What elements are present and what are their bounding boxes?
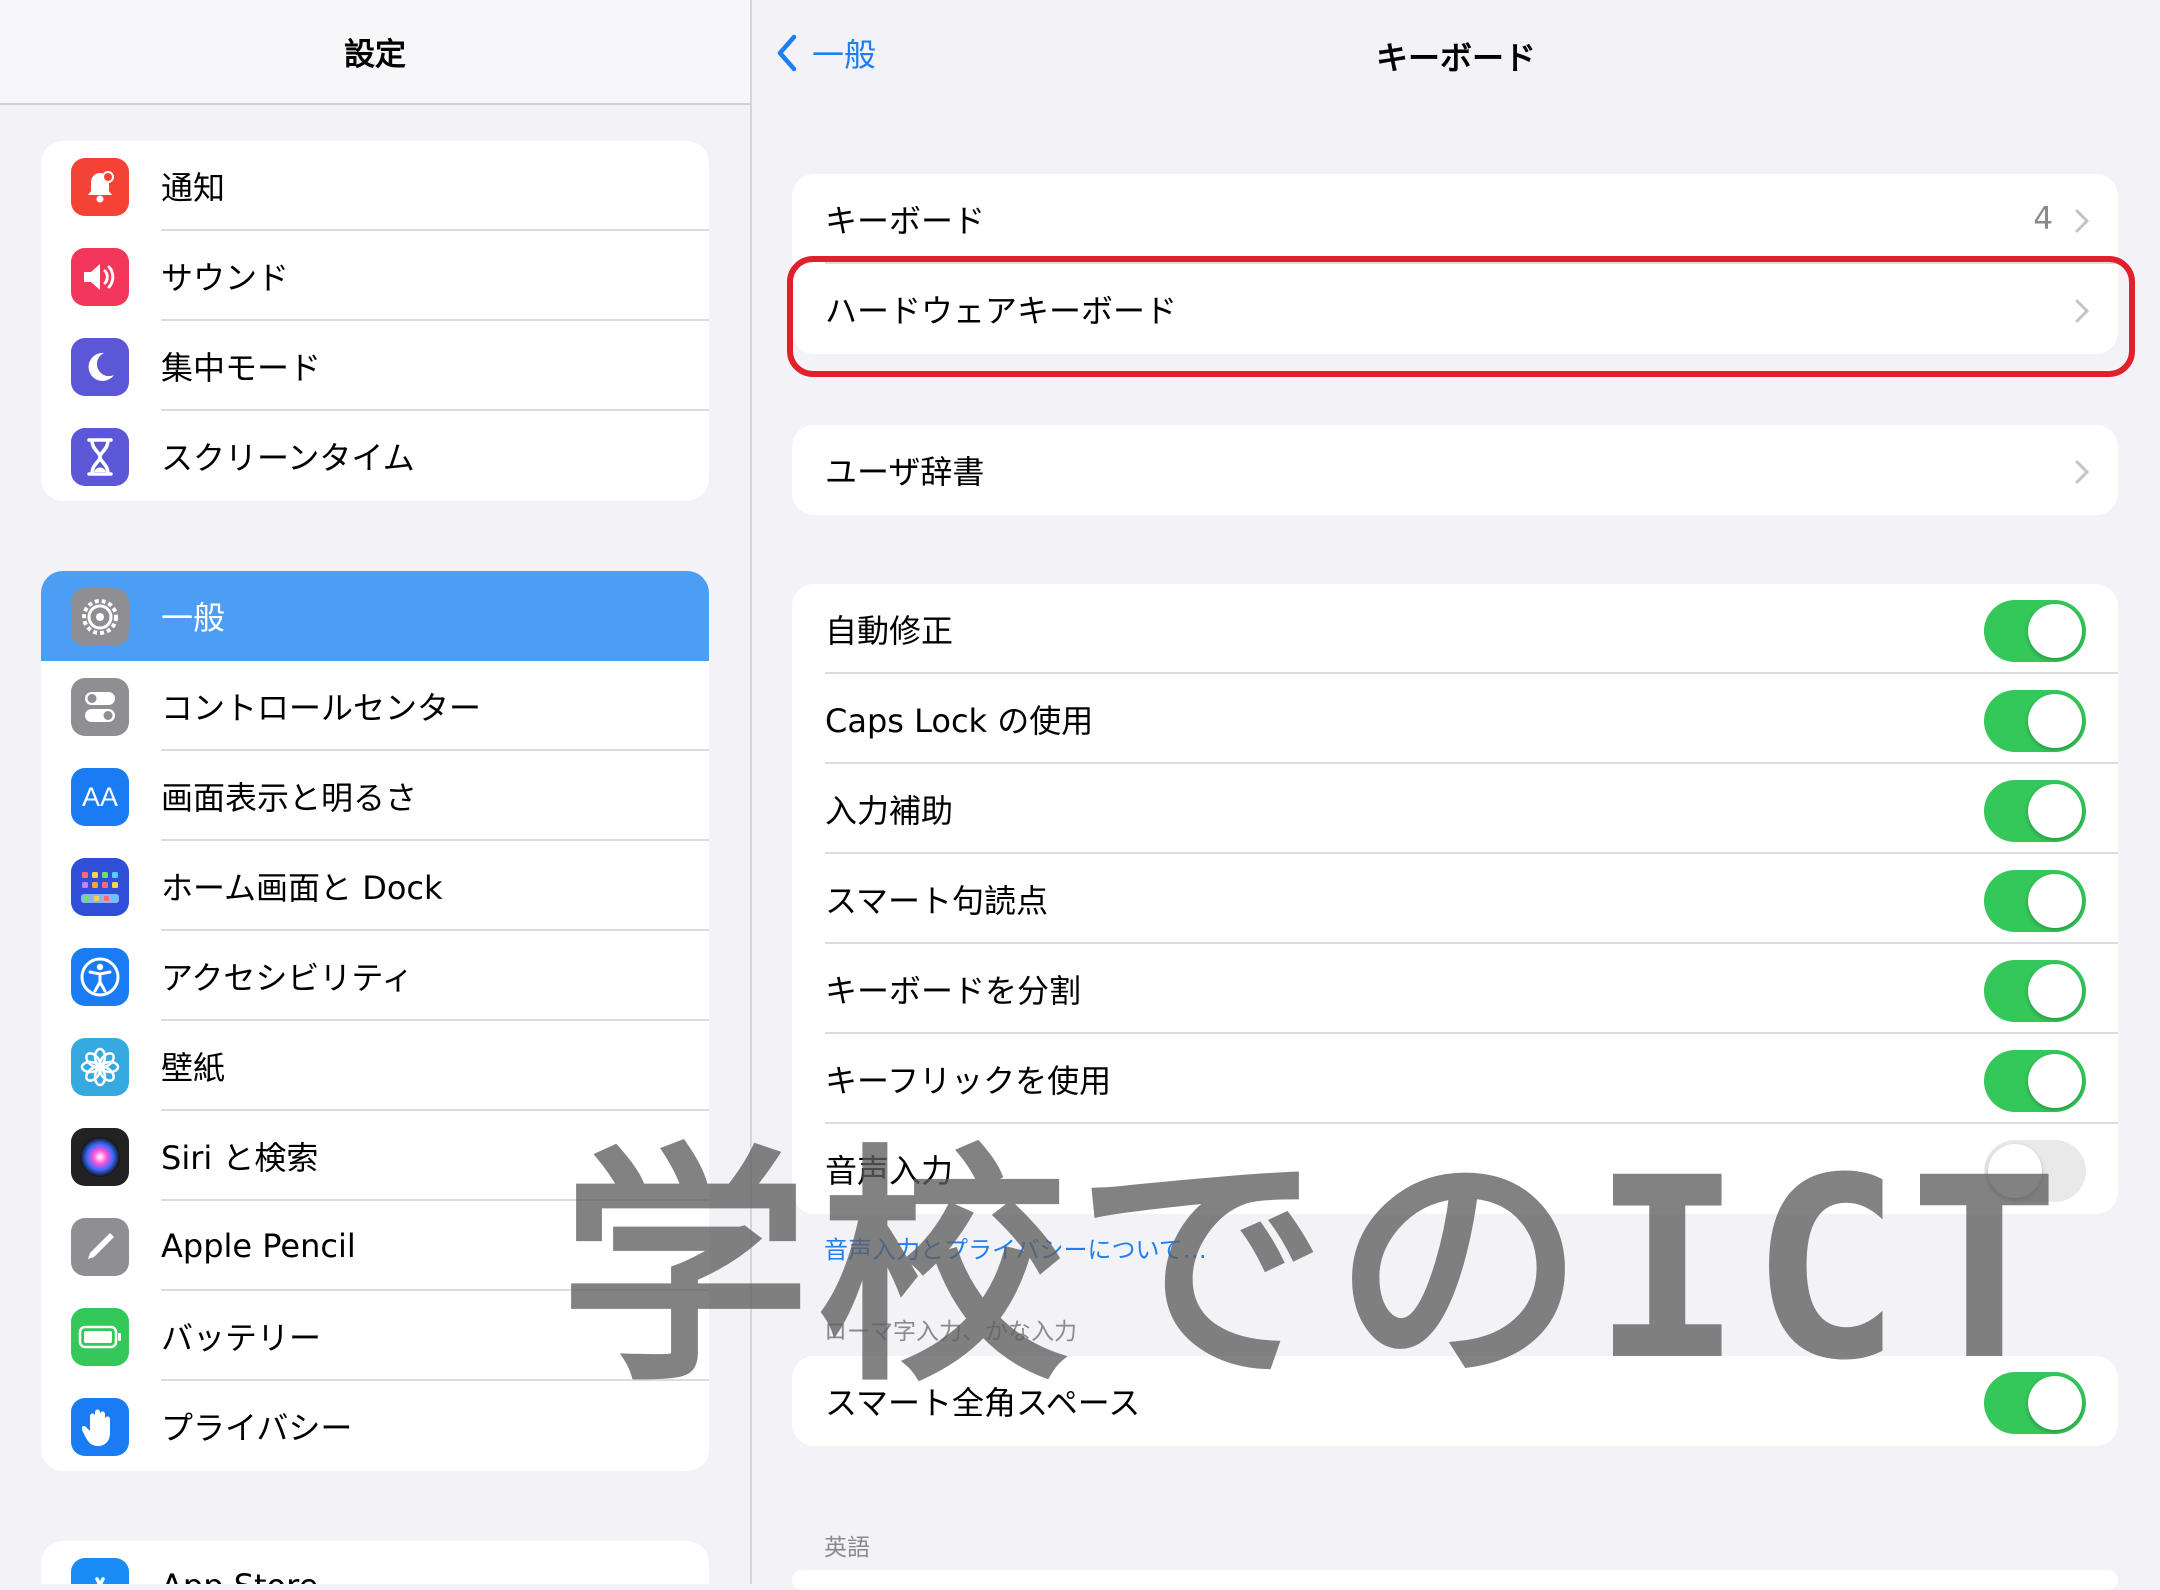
auto-correction-toggle[interactable]	[1984, 600, 2086, 662]
sidebar-item-home-screen-dock[interactable]: ホーム画面と Dock	[41, 841, 709, 931]
sidebar-item-app-store[interactable]: App Store	[41, 1541, 709, 1584]
toggle-knob	[2028, 604, 2082, 658]
moon-icon	[71, 338, 129, 396]
app-store-icon	[71, 1558, 129, 1584]
home-grid-icon	[71, 858, 129, 916]
toggle-knob	[2028, 694, 2082, 748]
sidebar-item-label: スクリーンタイム	[161, 439, 415, 477]
sidebar-item-focus[interactable]: 集中モード	[41, 321, 709, 411]
toggles-icon	[71, 678, 129, 736]
chevron-right-icon	[2075, 460, 2090, 484]
predictive-row: 入力補助	[792, 764, 2118, 854]
sidebar-item-label: Apple Pencil	[161, 1227, 356, 1265]
sidebar-item-label: プライバシー	[161, 1409, 353, 1447]
watermark: 学校でのICT	[560, 1124, 2068, 1415]
sidebar-item-general[interactable]: 一般	[41, 571, 709, 661]
bell-icon	[71, 158, 129, 216]
navigation-bar: 一般 キーボード	[752, 0, 2160, 103]
sidebar-item-screen-time[interactable]: スクリーンタイム	[41, 411, 709, 501]
sidebar-item-label: 画面表示と明るさ	[161, 779, 418, 817]
sidebar-item-label: コントロールセンター	[161, 689, 482, 727]
toggle-label: キーボードを分割	[825, 972, 1082, 1010]
user-dictionary-row[interactable]: ユーザ辞書	[792, 425, 2118, 515]
toggle-knob	[2028, 784, 2082, 838]
toggle-knob	[2028, 1054, 2082, 1108]
sidebar-header: 設定	[0, 0, 750, 105]
sidebar-item-sounds[interactable]: サウンド	[41, 231, 709, 321]
user-dictionary-card: ユーザ辞書	[792, 425, 2118, 515]
sidebar-title: 設定	[344, 37, 406, 73]
sidebar-item-control-center[interactable]: コントロールセンター	[41, 661, 709, 751]
toggle-label: Caps Lock の使用	[825, 702, 1094, 740]
pencil-icon	[71, 1218, 129, 1276]
sidebar-item-wallpaper[interactable]: 壁紙	[41, 1021, 709, 1111]
sidebar-item-label: サウンド	[161, 259, 290, 297]
caps-lock-toggle[interactable]	[1984, 690, 2086, 752]
page-title: キーボード	[1375, 39, 1536, 77]
split-keyboard-toggle[interactable]	[1984, 960, 2086, 1022]
sidebar-item-label: アクセシビリティ	[161, 959, 414, 997]
sidebar-item-label: バッテリー	[161, 1319, 322, 1357]
key-flicks-toggle[interactable]	[1984, 1050, 2086, 1112]
siri-icon	[71, 1128, 129, 1186]
english-section-header: 英語	[824, 1535, 870, 1561]
keyboards-count: 4	[2033, 201, 2053, 237]
sidebar-item-label: App Store	[161, 1567, 318, 1584]
smart-punctuation-toggle[interactable]	[1984, 870, 2086, 932]
text-size-icon: AA	[71, 768, 129, 826]
highlight-box	[787, 256, 2135, 377]
smart-punctuation-row: スマート句読点	[792, 854, 2118, 944]
user-dictionary-label: ユーザ辞書	[825, 453, 985, 491]
keyboards-row[interactable]: キーボード 4	[792, 174, 2118, 264]
sidebar-item-label: ホーム画面と Dock	[161, 869, 443, 907]
battery-icon	[71, 1308, 129, 1366]
toggle-label: キーフリックを使用	[825, 1062, 1112, 1100]
hand-icon	[71, 1398, 129, 1456]
sidebar-item-accessibility[interactable]: アクセシビリティ	[41, 931, 709, 1021]
settings-group-3: App Store	[41, 1541, 709, 1584]
hourglass-icon	[71, 428, 129, 486]
toggle-label: スマート句読点	[825, 882, 1049, 920]
english-card	[792, 1570, 2118, 1590]
toggle-label: 自動修正	[825, 612, 954, 650]
accessibility-icon	[71, 948, 129, 1006]
settings-group-1: 通知 サウンド 集中モード スクリーンタイム	[41, 141, 709, 501]
keyboards-label: キーボード	[825, 202, 986, 240]
sidebar-item-label: 集中モード	[161, 349, 322, 387]
sidebar-item-label: Siri と検索	[161, 1139, 319, 1177]
flower-icon	[71, 1038, 129, 1096]
split-keyboard-row: キーボードを分割	[792, 944, 2118, 1034]
caps-lock-row: Caps Lock の使用	[792, 674, 2118, 764]
toggle-label: 入力補助	[825, 792, 954, 830]
keyboard-options-card: 自動修正 Caps Lock の使用 入力補助 スマート句読点 キーボードを分割…	[792, 584, 2118, 1214]
sidebar-item-display-brightness[interactable]: AA 画面表示と明るさ	[41, 751, 709, 841]
chevron-right-icon	[2075, 209, 2090, 233]
gear-icon	[71, 588, 129, 646]
toggle-knob	[2028, 964, 2082, 1018]
sidebar-item-label: 一般	[161, 599, 226, 637]
sidebar-item-notifications[interactable]: 通知	[41, 141, 709, 231]
toggle-knob	[2028, 874, 2082, 928]
speaker-icon	[71, 248, 129, 306]
key-flicks-row: キーフリックを使用	[792, 1034, 2118, 1124]
auto-correction-row: 自動修正	[792, 584, 2118, 674]
sidebar-item-label: 壁紙	[161, 1049, 226, 1087]
sidebar-item-label: 通知	[161, 169, 226, 207]
predictive-toggle[interactable]	[1984, 780, 2086, 842]
